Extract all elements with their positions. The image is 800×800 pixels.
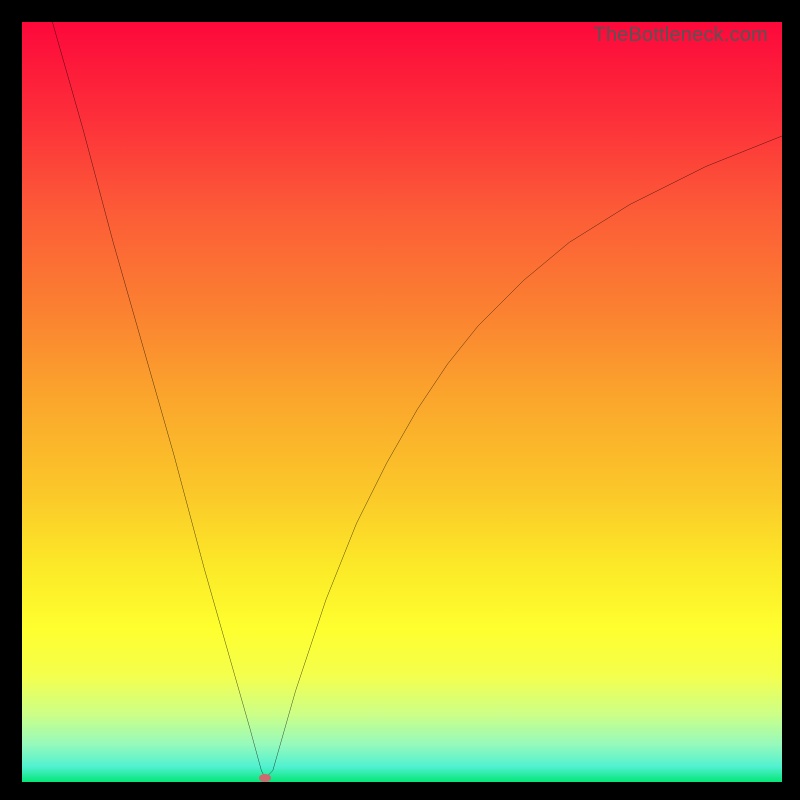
watermark-text: TheBottleneck.com xyxy=(593,24,768,47)
minimum-marker xyxy=(259,774,271,782)
chart-outer: TheBottleneck.com xyxy=(0,0,800,800)
bottleneck-curve xyxy=(22,22,782,782)
plot-area: TheBottleneck.com xyxy=(22,22,782,782)
